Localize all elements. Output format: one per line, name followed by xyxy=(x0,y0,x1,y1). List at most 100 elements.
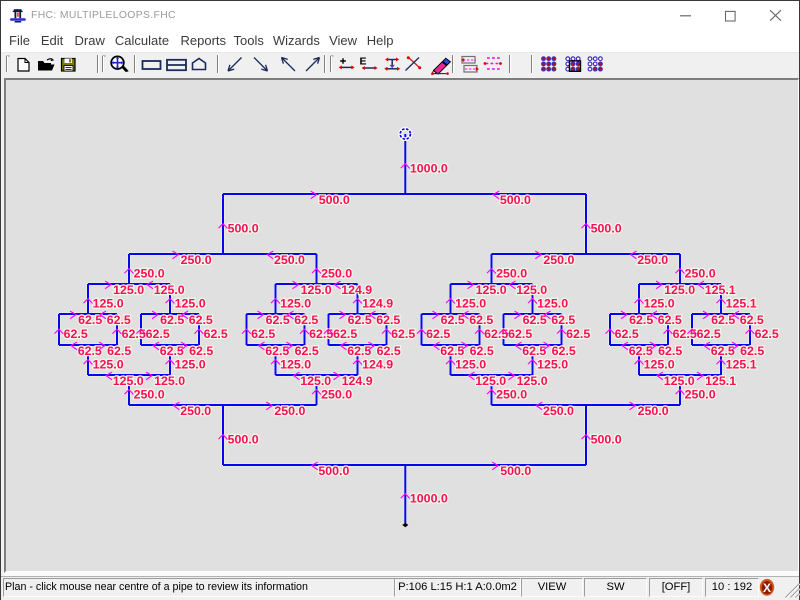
svg-text:62.5: 62.5 xyxy=(348,313,372,327)
svg-text:62.5: 62.5 xyxy=(333,327,357,341)
svg-text:500.0: 500.0 xyxy=(319,193,350,207)
svg-text:250.0: 250.0 xyxy=(685,266,716,280)
svg-text:250.0: 250.0 xyxy=(321,387,352,401)
svg-text:250.0: 250.0 xyxy=(637,253,668,267)
svg-text:62.5: 62.5 xyxy=(522,344,546,358)
svg-text:125.0: 125.0 xyxy=(664,283,695,297)
svg-text:125.0: 125.0 xyxy=(455,296,486,310)
svg-text:62.5: 62.5 xyxy=(755,327,779,341)
svg-text:250.0: 250.0 xyxy=(496,387,527,401)
svg-text:250.0: 250.0 xyxy=(134,387,165,401)
svg-text:125.1: 125.1 xyxy=(726,296,757,310)
svg-text:62.5: 62.5 xyxy=(189,313,213,327)
svg-text:62.5: 62.5 xyxy=(711,313,735,327)
svg-text:250.0: 250.0 xyxy=(543,404,574,418)
svg-text:62.5: 62.5 xyxy=(552,344,576,358)
svg-text:62.5: 62.5 xyxy=(107,313,131,327)
svg-text:125.0: 125.0 xyxy=(280,357,311,371)
svg-text:62.5: 62.5 xyxy=(523,313,547,327)
svg-text:500.0: 500.0 xyxy=(591,432,622,446)
svg-text:62.5: 62.5 xyxy=(658,313,682,327)
svg-text:62.5: 62.5 xyxy=(265,344,289,358)
svg-text:500.0: 500.0 xyxy=(228,221,259,235)
svg-text:62.5: 62.5 xyxy=(294,313,318,327)
svg-text:62.5: 62.5 xyxy=(629,344,653,358)
svg-text:62.5: 62.5 xyxy=(78,344,102,358)
svg-text:62.5: 62.5 xyxy=(470,344,494,358)
svg-text:125.0: 125.0 xyxy=(113,374,144,388)
svg-text:125.0: 125.0 xyxy=(93,357,124,371)
svg-text:62.5: 62.5 xyxy=(377,344,401,358)
svg-text:62.5: 62.5 xyxy=(484,327,508,341)
svg-text:250.0: 250.0 xyxy=(543,253,574,267)
svg-text:125.0: 125.0 xyxy=(280,296,311,310)
svg-text:62.5: 62.5 xyxy=(309,327,333,341)
svg-text:250.0: 250.0 xyxy=(274,404,305,418)
svg-text:124.9: 124.9 xyxy=(342,374,373,388)
svg-text:62.5: 62.5 xyxy=(629,313,653,327)
svg-text:125.0: 125.0 xyxy=(475,374,506,388)
svg-text:250.0: 250.0 xyxy=(274,253,305,267)
svg-text:124.9: 124.9 xyxy=(362,357,393,371)
svg-text:62.5: 62.5 xyxy=(711,344,735,358)
svg-text:62.5: 62.5 xyxy=(551,313,575,327)
svg-text:62.5: 62.5 xyxy=(251,327,275,341)
svg-text:62.5: 62.5 xyxy=(64,327,88,341)
svg-text:62.5: 62.5 xyxy=(697,327,721,341)
svg-text:62.5: 62.5 xyxy=(266,313,290,327)
svg-text:125.1: 125.1 xyxy=(705,374,736,388)
svg-text:500.0: 500.0 xyxy=(591,221,622,235)
svg-text:62.5: 62.5 xyxy=(78,313,102,327)
svg-text:250.0: 250.0 xyxy=(638,404,669,418)
svg-text:62.5: 62.5 xyxy=(347,344,371,358)
svg-text:125.0: 125.0 xyxy=(301,283,332,297)
svg-text:125.0: 125.0 xyxy=(537,296,568,310)
svg-text:125.0: 125.0 xyxy=(300,374,331,388)
svg-text:62.5: 62.5 xyxy=(391,327,415,341)
svg-text:250.0: 250.0 xyxy=(685,387,716,401)
svg-text:250.0: 250.0 xyxy=(134,266,165,280)
svg-text:62.5: 62.5 xyxy=(295,344,319,358)
svg-text:250.0: 250.0 xyxy=(181,253,212,267)
svg-text:125.0: 125.0 xyxy=(455,357,486,371)
svg-text:62.5: 62.5 xyxy=(160,344,184,358)
svg-text:62.5: 62.5 xyxy=(740,313,764,327)
svg-text:62.5: 62.5 xyxy=(440,344,464,358)
svg-text:62.5: 62.5 xyxy=(508,327,532,341)
svg-text:125.0: 125.0 xyxy=(175,357,206,371)
svg-text:62.5: 62.5 xyxy=(160,313,184,327)
svg-text:125.0: 125.0 xyxy=(113,283,144,297)
svg-text:125.1: 125.1 xyxy=(726,357,757,371)
svg-text:500.0: 500.0 xyxy=(318,464,349,478)
svg-text:125.0: 125.0 xyxy=(175,296,206,310)
svg-text:125.0: 125.0 xyxy=(516,283,547,297)
svg-text:125.0: 125.0 xyxy=(644,296,675,310)
svg-text:250.0: 250.0 xyxy=(496,266,527,280)
svg-text:62.5: 62.5 xyxy=(658,344,682,358)
svg-text:124.9: 124.9 xyxy=(341,283,372,297)
svg-text:125.0: 125.0 xyxy=(154,374,185,388)
svg-text:62.5: 62.5 xyxy=(204,327,228,341)
svg-text:62.5: 62.5 xyxy=(740,344,764,358)
svg-text:125.1: 125.1 xyxy=(705,283,736,297)
svg-text:62.5: 62.5 xyxy=(107,344,131,358)
svg-text:125.0: 125.0 xyxy=(664,374,695,388)
svg-text:62.5: 62.5 xyxy=(189,344,213,358)
svg-text:1000.0: 1000.0 xyxy=(410,491,448,505)
svg-text:500.0: 500.0 xyxy=(228,432,259,446)
svg-text:62.5: 62.5 xyxy=(615,327,639,341)
svg-text:62.5: 62.5 xyxy=(376,313,400,327)
svg-text:125.0: 125.0 xyxy=(154,283,185,297)
svg-text:62.5: 62.5 xyxy=(146,327,170,341)
svg-text:250.0: 250.0 xyxy=(180,404,211,418)
svg-text:125.0: 125.0 xyxy=(644,357,675,371)
svg-text:62.5: 62.5 xyxy=(122,327,146,341)
svg-text:62.5: 62.5 xyxy=(566,327,590,341)
svg-text:125.0: 125.0 xyxy=(93,296,124,310)
svg-text:125.0: 125.0 xyxy=(537,357,568,371)
svg-text:62.5: 62.5 xyxy=(673,327,697,341)
svg-text:125.0: 125.0 xyxy=(517,374,548,388)
svg-text:250.0: 250.0 xyxy=(321,266,352,280)
svg-text:62.5: 62.5 xyxy=(441,313,465,327)
svg-text:124.9: 124.9 xyxy=(362,296,393,310)
